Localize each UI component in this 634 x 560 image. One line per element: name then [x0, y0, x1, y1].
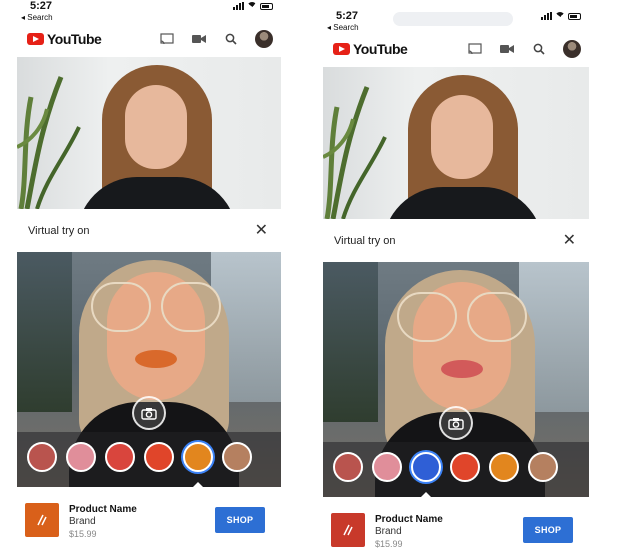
status-bar: 5:27 ◂ Search	[323, 10, 589, 34]
shade-swatch[interactable]	[144, 442, 174, 472]
glasses-lens-left	[91, 282, 151, 332]
youtube-logo-text: YouTube	[47, 31, 102, 47]
presenter-face	[431, 95, 493, 179]
shade-swatch-strip	[17, 432, 281, 487]
youtube-header: YouTube	[323, 38, 589, 64]
selected-shade-indicator	[193, 482, 203, 487]
virtual-try-on-title: Virtual try on	[334, 235, 396, 247]
search-icon[interactable]	[531, 41, 547, 57]
virtual-try-on-header: Virtual try on ✕	[323, 221, 589, 259]
virtual-try-on-header: Virtual try on ✕	[17, 211, 281, 249]
phone-content: 5:27 ◂ Search YouTube Virtual try on ✕ P…	[323, 10, 589, 560]
shade-swatch[interactable]	[411, 452, 441, 482]
glasses-lens-right	[161, 282, 221, 332]
presenter-body	[77, 177, 237, 209]
product-thumbnail[interactable]	[25, 503, 59, 537]
back-to-search-link[interactable]: ◂ Search	[21, 13, 53, 22]
camera-capture-button[interactable]	[132, 396, 166, 430]
product-card: Product Name Brand $15.99 SHOP	[323, 503, 589, 560]
background-foliage	[323, 262, 378, 422]
product-brand: Brand	[69, 516, 96, 527]
glasses-lens-left	[397, 292, 457, 342]
battery-icon	[260, 2, 273, 10]
wifi-icon	[247, 2, 257, 10]
camera-icon	[448, 417, 464, 430]
video-player[interactable]	[17, 57, 281, 209]
status-bar: 5:27 ◂ Search	[17, 0, 281, 24]
status-time: 5:27	[30, 0, 53, 12]
shade-swatch[interactable]	[27, 442, 57, 472]
product-price: $15.99	[375, 539, 403, 549]
selected-shade-indicator	[421, 492, 431, 497]
youtube-logo[interactable]: YouTube	[333, 41, 408, 57]
shade-swatch[interactable]	[450, 452, 480, 482]
product-card: Product Name Brand $15.99 SHOP	[17, 493, 281, 553]
product-price: $15.99	[69, 529, 97, 539]
signal-icon	[541, 12, 552, 20]
shade-swatch[interactable]	[183, 442, 213, 472]
shade-swatch[interactable]	[489, 452, 519, 482]
product-name: Product Name	[69, 504, 137, 515]
camera-icon	[141, 407, 157, 420]
cast-icon[interactable]	[467, 41, 483, 57]
shop-button[interactable]: SHOP	[215, 507, 265, 533]
shade-swatch[interactable]	[528, 452, 558, 482]
plant-decoration	[323, 86, 387, 219]
youtube-play-icon	[333, 43, 350, 55]
presenter-face	[125, 85, 187, 169]
wifi-icon	[555, 12, 565, 20]
signal-icon	[233, 2, 244, 10]
header-actions	[159, 30, 273, 48]
shade-swatch[interactable]	[105, 442, 135, 472]
glasses-lens-right	[467, 292, 527, 342]
camera-icon[interactable]	[499, 41, 515, 57]
status-icons	[233, 2, 273, 10]
shade-swatch[interactable]	[372, 452, 402, 482]
lipstick-icon	[37, 514, 47, 526]
camera-capture-button[interactable]	[439, 406, 473, 440]
account-avatar[interactable]	[255, 30, 273, 48]
virtual-try-on-title: Virtual try on	[28, 225, 90, 237]
status-icons	[541, 12, 581, 20]
close-icon[interactable]: ✕	[255, 220, 268, 240]
back-to-search-link[interactable]: ◂ Search	[327, 23, 359, 32]
plant-decoration	[17, 76, 81, 209]
lipstick-preview	[441, 360, 483, 378]
search-icon[interactable]	[223, 31, 239, 47]
header-actions	[467, 40, 581, 58]
lipstick-preview	[135, 350, 177, 368]
product-name: Product Name	[375, 514, 443, 525]
close-icon[interactable]: ✕	[563, 230, 576, 250]
shop-button[interactable]: SHOP	[523, 517, 573, 543]
product-thumbnail[interactable]	[331, 513, 365, 547]
model-glasses	[91, 282, 221, 334]
phone-screen-left: 5:27 ◂ Search YouTube Virtual try on ✕ P…	[17, 0, 281, 560]
product-brand: Brand	[375, 526, 402, 537]
lipstick-icon	[343, 524, 353, 536]
status-notch	[393, 12, 513, 26]
youtube-logo-text: YouTube	[353, 41, 408, 57]
try-on-camera-view	[323, 262, 589, 497]
video-player[interactable]	[323, 67, 589, 219]
phone-screen-right: 5:27 ◂ Search YouTube Virtual try on ✕ P…	[323, 0, 589, 560]
account-avatar[interactable]	[563, 40, 581, 58]
status-time: 5:27	[336, 10, 359, 22]
presenter-body	[383, 187, 543, 219]
try-on-camera-view	[17, 252, 281, 487]
shade-swatch[interactable]	[222, 442, 252, 472]
youtube-logo[interactable]: YouTube	[27, 31, 102, 47]
background-foliage	[17, 252, 72, 412]
shade-swatch[interactable]	[333, 452, 363, 482]
shade-swatch[interactable]	[66, 442, 96, 472]
model-glasses	[397, 292, 527, 344]
cast-icon[interactable]	[159, 31, 175, 47]
youtube-play-icon	[27, 33, 44, 45]
phone-content: 5:27 ◂ Search YouTube Virtual try on ✕ P…	[17, 0, 281, 560]
battery-icon	[568, 12, 581, 20]
camera-icon[interactable]	[191, 31, 207, 47]
youtube-header: YouTube	[17, 28, 281, 54]
shade-swatch-strip	[323, 442, 589, 497]
